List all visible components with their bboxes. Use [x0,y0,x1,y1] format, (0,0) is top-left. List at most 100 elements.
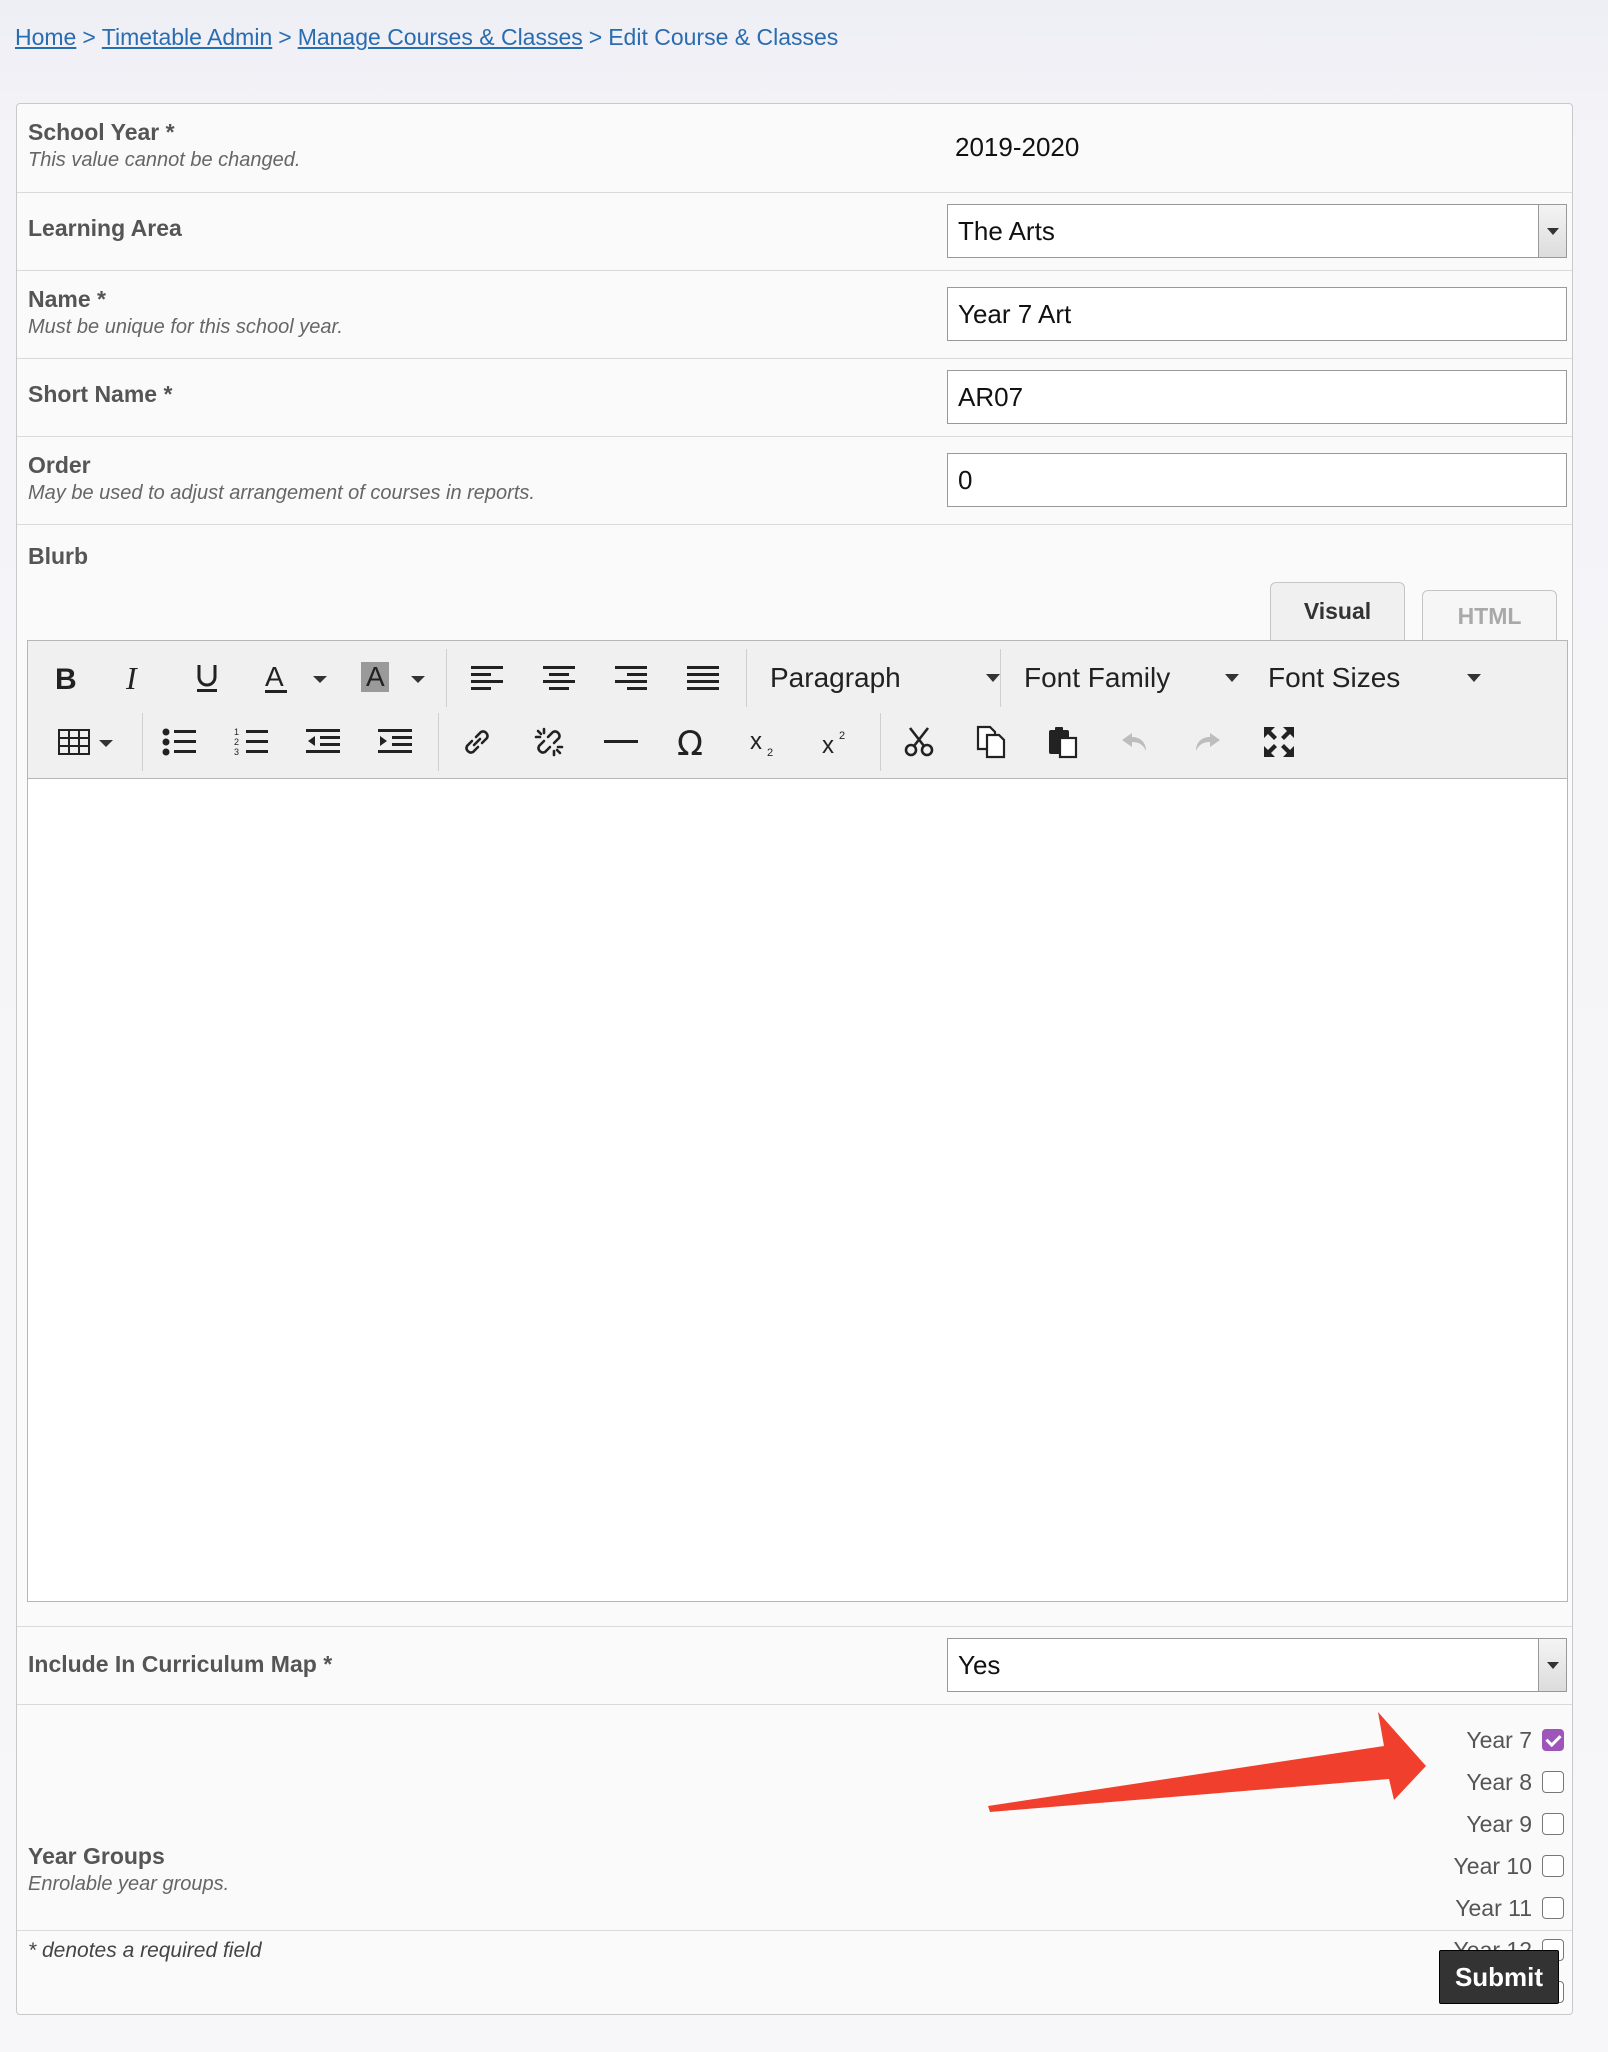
copy-icon [976,725,1006,759]
bold-button[interactable]: B [42,655,88,701]
year-group-label: Year 10 [1453,1852,1532,1879]
name-desc: Must be unique for this school year. [28,316,343,338]
remove-link-button[interactable] [526,719,572,765]
bullet-list-icon [162,728,196,756]
year-group-item[interactable]: Year 9 [1466,1809,1564,1839]
year-group-checkbox[interactable] [1542,1771,1564,1793]
background-color-letter: A [366,661,385,692]
blurb-label: Blurb [28,543,89,569]
submit-button[interactable]: Submit [1439,1950,1559,2004]
underline-button[interactable] [184,655,230,701]
curriculum-map-select[interactable]: Yes [947,1638,1567,1692]
year-group-label: Year 9 [1466,1810,1532,1837]
editor-content-area[interactable] [28,779,1567,1601]
chevron-down-icon [1467,674,1481,682]
blurb-editor: B I A A Paragraph Font Family Font Sizes… [27,640,1568,1602]
fullscreen-icon [1264,727,1294,757]
align-center-icon [543,666,575,690]
format-menu-label: Paragraph [770,662,901,693]
year-group-checkbox[interactable] [1542,1729,1564,1751]
svg-text:1: 1 [234,727,239,737]
year-group-item[interactable]: Year 7 [1466,1725,1564,1755]
fullscreen-button[interactable] [1256,719,1302,765]
unlink-icon [534,727,564,757]
year-group-item[interactable]: Year 10 [1454,1851,1564,1881]
undo-button[interactable] [1112,719,1158,765]
format-menu[interactable]: Paragraph [770,655,1000,701]
subscript-button[interactable]: x2 [742,719,788,765]
align-left-icon [471,666,503,690]
paste-icon [1049,727,1078,759]
form-footer-row: * denotes a required field Submit [17,1930,1572,2016]
paste-button[interactable] [1040,719,1086,765]
redo-button[interactable] [1184,719,1230,765]
svg-text:2: 2 [767,747,773,759]
table-button[interactable] [48,719,128,765]
learning-area-select-value: The Arts [958,216,1055,246]
undo-icon [1122,733,1146,751]
tab-visual[interactable]: Visual [1270,582,1405,642]
superscript-button[interactable]: x2 [814,719,860,765]
italic-button[interactable]: I [112,655,158,701]
horizontal-line-icon [604,740,638,743]
breadcrumb-home-link[interactable]: Home [15,24,76,50]
numbered-list-button[interactable]: 123 [228,719,274,765]
bullet-list-button[interactable] [156,719,202,765]
omega-icon: Ω [677,725,703,759]
year-group-checkbox[interactable] [1542,1855,1564,1877]
outdent-icon [306,729,340,753]
breadcrumb-timetable-admin-link[interactable]: Timetable Admin [102,24,272,50]
align-center-button[interactable] [536,655,582,701]
align-justify-icon [687,666,719,690]
tab-html[interactable]: HTML [1422,590,1557,642]
align-right-icon [615,666,647,690]
copy-button[interactable] [968,719,1014,765]
cut-button[interactable] [896,719,942,765]
year-group-checkbox[interactable] [1542,1897,1564,1919]
chevron-down-icon [1225,674,1239,682]
align-left-button[interactable] [464,655,510,701]
curriculum-map-select-value: Yes [958,1650,1001,1680]
font-family-menu[interactable]: Font Family [1024,655,1239,701]
font-color-button[interactable]: A [256,655,336,701]
chevron-down-icon [986,674,1000,682]
background-color-icon: A [361,661,425,692]
order-desc: May be used to adjust arrangement of cou… [28,482,535,504]
name-input[interactable]: Year 7 Art [947,287,1567,341]
year-group-label: Year 11 [1455,1894,1532,1921]
svg-text:2: 2 [839,730,845,742]
year-group-item[interactable]: Year 8 [1466,1767,1564,1797]
align-justify-button[interactable] [680,655,726,701]
font-sizes-menu[interactable]: Font Sizes [1268,655,1481,701]
svg-text:x: x [750,728,762,755]
breadcrumb-separator: > [588,24,603,50]
short-name-row: Short Name * AR07 [17,358,1572,436]
background-color-button[interactable]: A [354,655,434,701]
learning-area-select[interactable]: The Arts [947,204,1567,258]
horizontal-line-button[interactable] [598,719,644,765]
svg-text:x: x [822,732,834,759]
align-right-button[interactable] [608,655,654,701]
year-groups-label: Year Groups [28,1843,165,1869]
svg-text:Ω: Ω [677,725,703,759]
breadcrumb-separator: > [82,24,96,50]
subscript-icon: x2 [750,728,773,759]
short-name-label: Short Name * [28,381,173,407]
year-group-checkbox[interactable] [1542,1813,1564,1835]
indent-button[interactable] [372,719,418,765]
font-color-letter: A [265,661,284,692]
chevron-down-icon[interactable] [1538,205,1566,257]
insert-link-button[interactable] [454,719,500,765]
name-label: Name * [28,286,106,312]
short-name-input[interactable]: AR07 [947,370,1567,424]
order-input[interactable]: 0 [947,453,1567,507]
outdent-button[interactable] [300,719,346,765]
curriculum-map-row: Include In Curriculum Map * Yes [17,1626,1572,1704]
breadcrumb-manage-courses-link[interactable]: Manage Courses & Classes [298,24,583,50]
special-character-button[interactable]: Ω [670,719,716,765]
chevron-down-icon[interactable] [1538,1639,1566,1691]
font-family-menu-label: Font Family [1024,662,1171,693]
numbered-list-icon: 123 [234,727,268,757]
year-group-item[interactable]: Year 11 [1455,1893,1564,1923]
curriculum-map-label: Include In Curriculum Map * [28,1651,333,1677]
